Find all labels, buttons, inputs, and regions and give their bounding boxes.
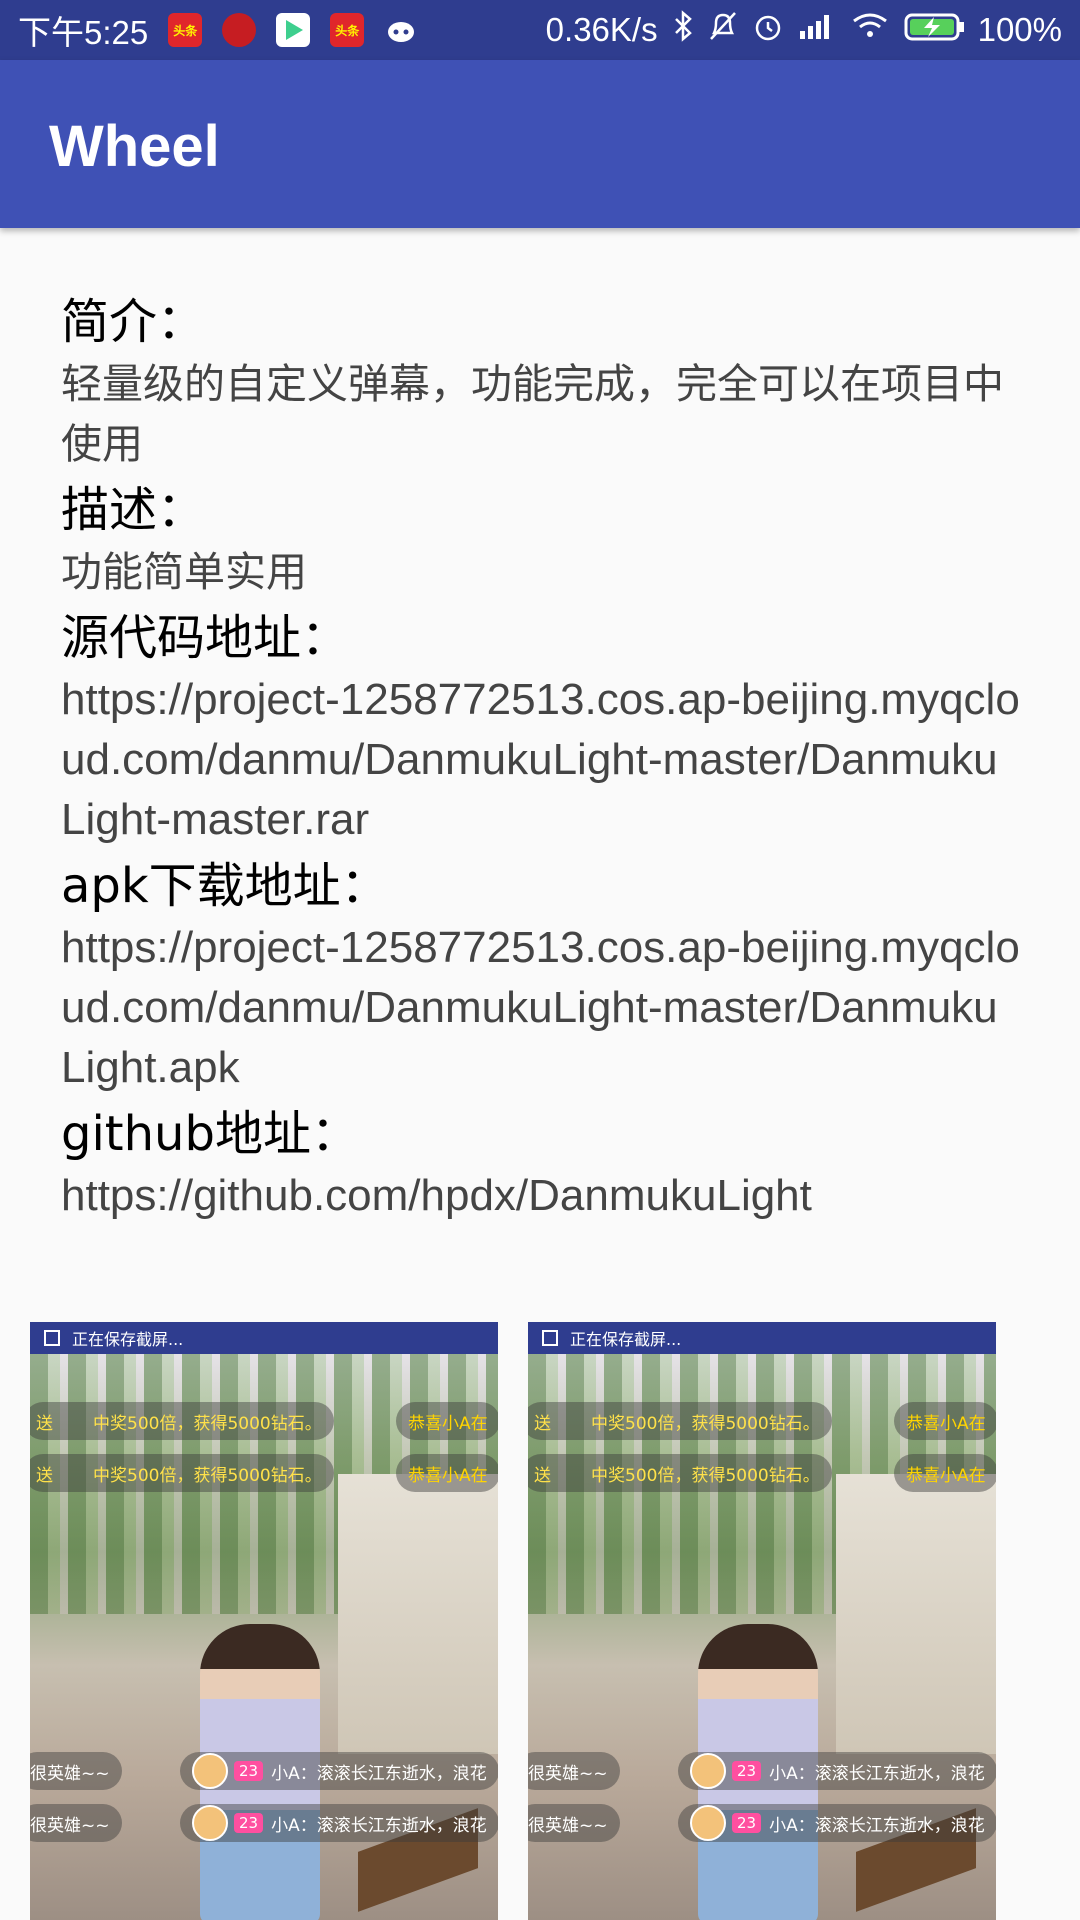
signal-icon (798, 9, 836, 51)
danmu-bubble: 恭喜小A在 (894, 1402, 996, 1440)
danmu-text: 中奖500倍，获得5000钻石。 (591, 1465, 820, 1486)
danmu-bubble: 23 小A：滚滚长江东逝水，浪花 (678, 1752, 996, 1790)
avatar (192, 1805, 228, 1841)
danmu-text: 中奖500倍，获得5000钻石。 (591, 1413, 820, 1434)
status-bar-left: 下午5:25 头条 头条 (18, 0, 418, 60)
level-badge: 23 (732, 1761, 762, 1781)
danmu-text: 恭喜小A在 (408, 1465, 488, 1486)
danmu-text: 很英雄~~ (30, 1763, 110, 1784)
app-bar: Wheel (0, 60, 1080, 228)
play-store-icon (276, 13, 311, 47)
toutiao-app-icon-2: 头条 (330, 13, 365, 47)
danmu-text: 恭喜小A在 (906, 1465, 986, 1486)
battery-charging-icon (904, 9, 966, 51)
level-badge: 23 (234, 1761, 264, 1781)
level-badge: 23 (234, 1813, 264, 1833)
apk-download-heading: apk下载地址： (61, 858, 389, 914)
avatar (690, 1805, 726, 1841)
mute-bell-icon (708, 9, 738, 51)
building (338, 1474, 498, 1754)
danmu-bubble: 送 中奖500倍，获得5000钻石。 (30, 1402, 334, 1440)
danmu-bubble: 很英雄~~ (30, 1804, 122, 1842)
danmu-text: 送 (534, 1465, 551, 1486)
status-time: 下午5:25 (18, 14, 149, 51)
screenshot-image-1: 正在保存截屏... 送 中奖500倍，获得5000钻石。 送 中奖500倍，获得… (30, 1322, 498, 1920)
danmu-bubble: 恭喜小A在 (396, 1454, 498, 1492)
danmu-bubble: 送 中奖500倍，获得5000钻石。 (30, 1454, 334, 1492)
danmu-text: 小A：滚滚长江东逝水，浪花 (271, 1763, 487, 1784)
github-heading: github地址： (61, 1106, 359, 1162)
danmu-text: 小A：滚滚长江东逝水，浪花 (271, 1815, 487, 1836)
danmu-bubble: 很英雄~~ (528, 1804, 620, 1842)
danmu-bubble: 送 中奖500倍，获得5000钻石。 (528, 1402, 832, 1440)
danmu-text: 很英雄~~ (30, 1815, 110, 1836)
danmu-bubble: 恭喜小A在 (396, 1402, 498, 1440)
source-code-heading: 源代码地址： (61, 610, 350, 666)
network-speed: 0.36K/s (545, 11, 658, 48)
wifi-icon (850, 9, 890, 51)
danmu-text: 恭喜小A在 (906, 1413, 986, 1434)
avatar (690, 1753, 726, 1789)
danmu-bubble: 很英雄~~ (30, 1752, 122, 1790)
screenshot-status-text: 正在保存截屏... (570, 1330, 682, 1349)
github-link[interactable]: https://github.com/hpdx/DanmukuLight (61, 1166, 1021, 1226)
avatar (192, 1753, 228, 1789)
screenshot-status-bar: 正在保存截屏... (30, 1322, 498, 1354)
battery-percent: 100% (977, 11, 1062, 48)
intro-heading: 简介： (61, 294, 206, 350)
danmu-text: 很英雄~~ (528, 1763, 608, 1784)
robot-app-icon (384, 13, 418, 47)
bluetooth-icon (672, 9, 694, 51)
danmu-text: 中奖500倍，获得5000钻石。 (93, 1465, 322, 1486)
danmu-text: 送 (36, 1465, 53, 1486)
screenshot-image-2: 正在保存截屏... 送 中奖500倍，获得5000钻石。 送 中奖500倍，获得… (528, 1322, 996, 1920)
status-bar-right: 0.36K/s 100% (546, 0, 1062, 60)
alarm-icon (752, 9, 784, 51)
danmu-text: 小A：滚滚长江东逝水，浪花 (769, 1763, 985, 1784)
screenshot-icon (542, 1330, 558, 1346)
danmu-text: 小A：滚滚长江东逝水，浪花 (769, 1815, 985, 1836)
description-text: 功能简单实用 (61, 548, 307, 596)
building (836, 1474, 996, 1754)
danmu-text: 很英雄~~ (528, 1815, 608, 1836)
app-title: Wheel (49, 114, 220, 179)
danmu-bubble: 很英雄~~ (528, 1752, 620, 1790)
level-badge: 23 (732, 1813, 762, 1833)
weibo-app-icon (222, 13, 257, 47)
apk-download-link[interactable]: https://project-1258772513.cos.ap-beijin… (61, 918, 1021, 1098)
danmu-text: 送 (534, 1413, 551, 1434)
content: 简介： 轻量级的自定义弹幕，功能完成，完全可以在项目中使用 描述： 功能简单实用… (61, 290, 1021, 1230)
danmu-text: 送 (36, 1413, 53, 1434)
danmu-bubble: 23 小A：滚滚长江东逝水，浪花 (180, 1752, 498, 1790)
intro-text: 轻量级的自定义弹幕，功能完成，完全可以在项目中使用 (61, 360, 1004, 468)
danmu-bubble: 23 小A：滚滚长江东逝水，浪花 (678, 1804, 996, 1842)
screenshot-status-text: 正在保存截屏... (72, 1330, 184, 1349)
danmu-bubble: 23 小A：滚滚长江东逝水，浪花 (180, 1804, 498, 1842)
toutiao-app-icon: 头条 (168, 13, 203, 47)
screenshot-icon (44, 1330, 60, 1346)
screenshot-status-bar: 正在保存截屏... (528, 1322, 996, 1354)
status-bar: 下午5:25 头条 头条 0.36K/s 100% (0, 0, 1080, 60)
danmu-text: 恭喜小A在 (408, 1413, 488, 1434)
description-heading: 描述： (61, 482, 206, 538)
danmu-bubble: 送 中奖500倍，获得5000钻石。 (528, 1454, 832, 1492)
source-code-link[interactable]: https://project-1258772513.cos.ap-beijin… (61, 670, 1021, 850)
danmu-text: 中奖500倍，获得5000钻石。 (93, 1413, 322, 1434)
danmu-bubble: 恭喜小A在 (894, 1454, 996, 1492)
